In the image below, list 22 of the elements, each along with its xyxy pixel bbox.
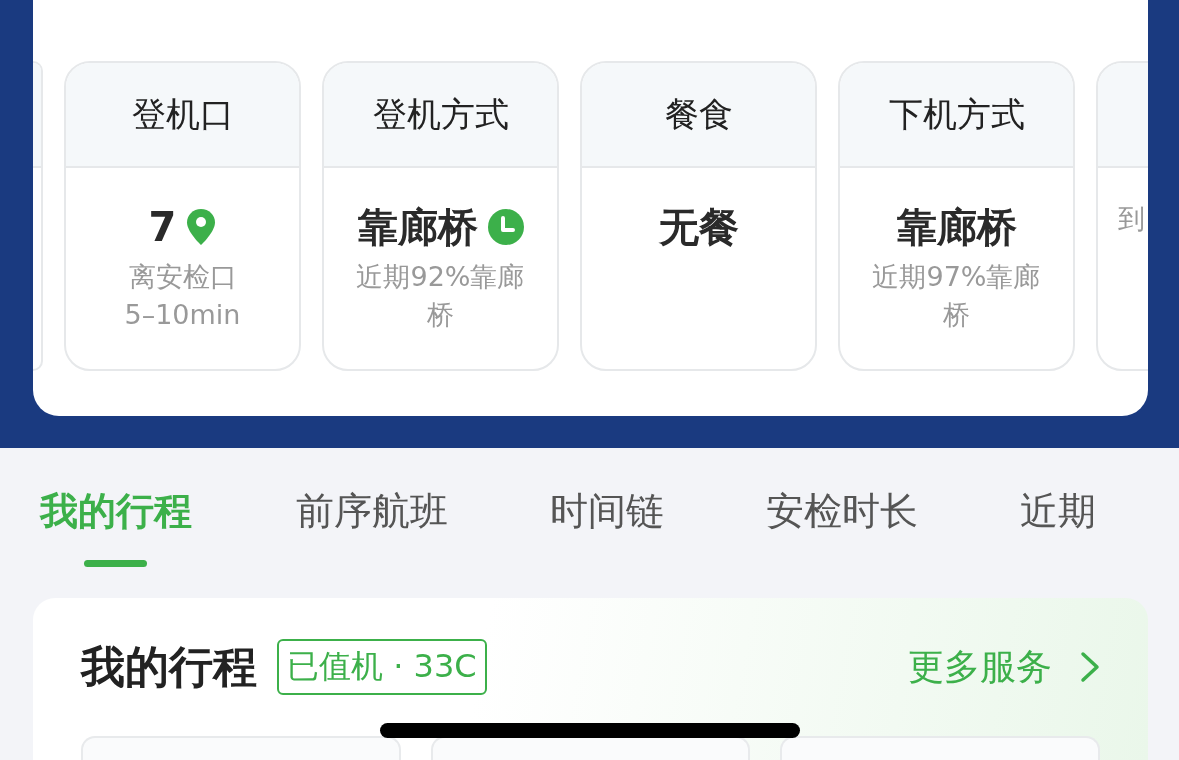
tile-value: 靠廊桥: [357, 202, 478, 252]
tab[interactable]: 时间链: [550, 486, 664, 537]
tab[interactable]: 安检时长: [766, 486, 918, 537]
clock-icon: [487, 209, 524, 245]
section-title: 我的行程: [81, 639, 257, 694]
chevron-right-icon: [1080, 651, 1100, 683]
tile-note: 离安检口 5–10min: [123, 260, 242, 332]
tile-note: 到: [1118, 202, 1146, 236]
tab[interactable]: 前序航班: [296, 486, 448, 537]
tile-note: 近期92%靠廊 桥: [355, 260, 526, 332]
tile-header: 餐食: [582, 63, 815, 168]
tile-header: 登机口: [66, 63, 299, 168]
tab[interactable]: 近期: [1020, 486, 1096, 537]
tile-value: 靠廊桥: [896, 202, 1017, 252]
tile-value: 7: [148, 204, 177, 250]
tile-header: 登机方式: [324, 63, 557, 168]
active-tab-indicator: [84, 560, 147, 567]
location-pin-icon: [186, 208, 217, 246]
tile-header: 下机方式: [840, 63, 1073, 168]
tile-note: 近期97%靠廊 桥: [871, 260, 1042, 332]
checkin-badge: 已值机 · 33C: [277, 639, 487, 695]
tile-value: 无餐: [658, 202, 739, 252]
